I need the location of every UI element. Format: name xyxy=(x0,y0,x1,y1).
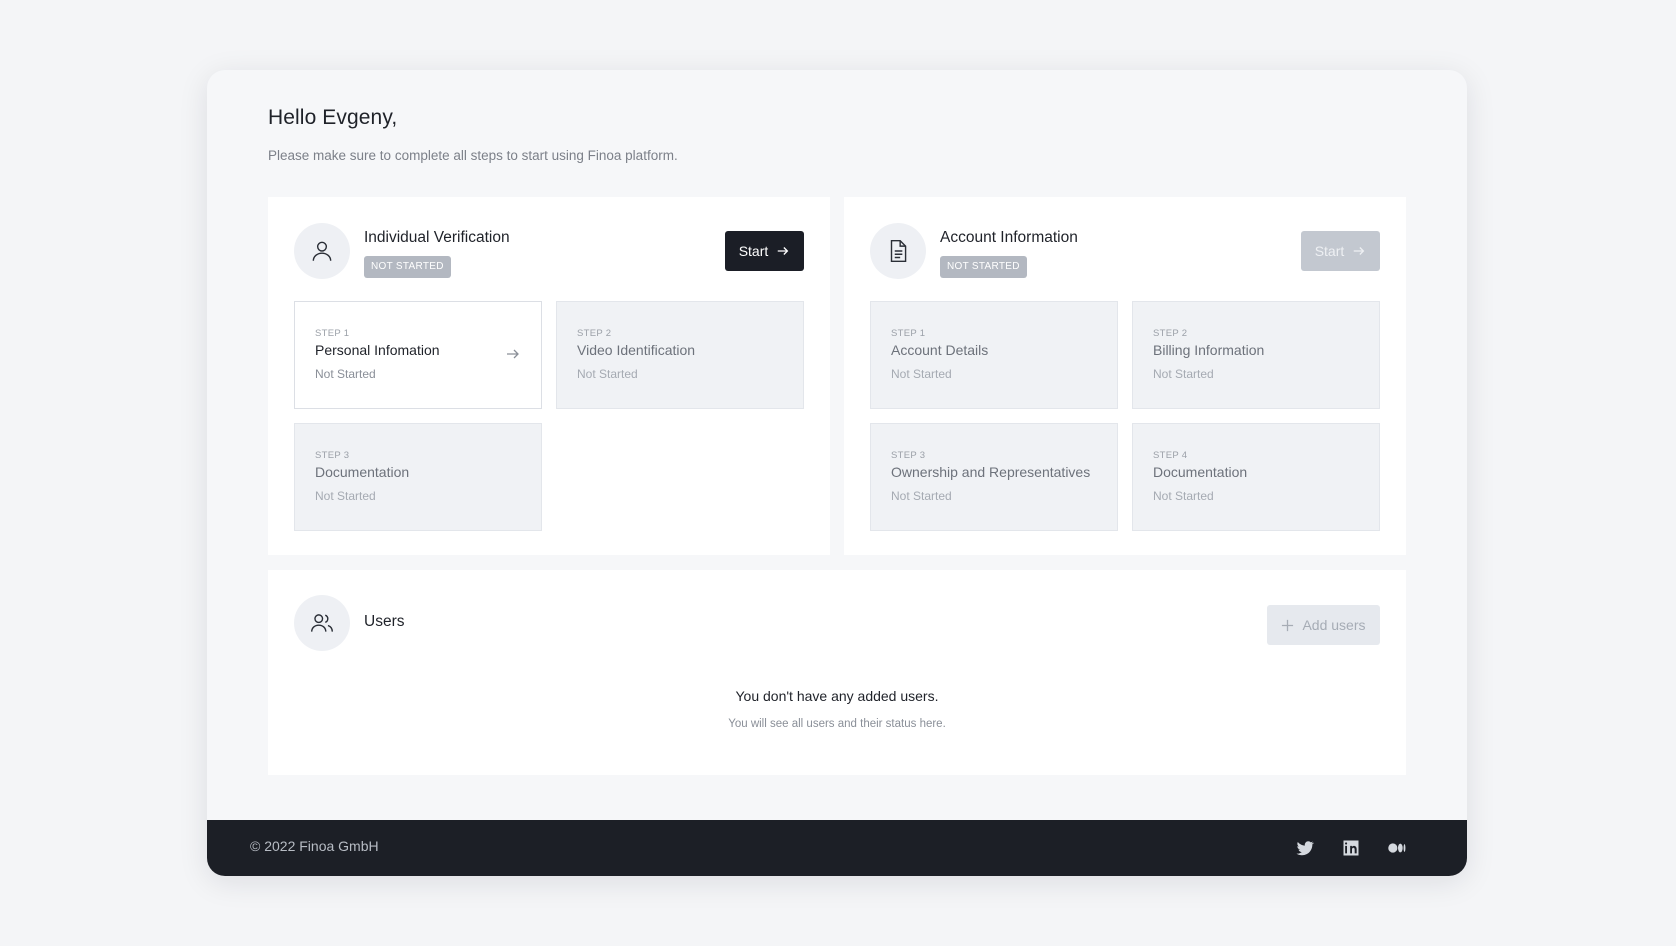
step-card-personal-information[interactable]: STEP 1 Personal Infomation Not Started xyxy=(294,301,542,409)
empty-state-subtitle: You will see all users and their status … xyxy=(728,718,946,730)
step-title: Documentation xyxy=(1153,464,1248,480)
step-card-documentation: STEP 4 Documentation Not Started xyxy=(1132,423,1380,531)
greeting-subtitle: Please make sure to complete all steps t… xyxy=(268,148,678,163)
start-button-label: Start xyxy=(1314,243,1345,259)
step-card-account-details: STEP 1 Account Details Not Started xyxy=(870,301,1118,409)
step-status: Not Started xyxy=(891,489,952,503)
arrow-right-icon xyxy=(778,247,789,255)
document-icon xyxy=(870,223,926,279)
step-card-video-identification: STEP 2 Video Identification Not Started xyxy=(556,301,804,409)
users-title: Users xyxy=(364,613,405,630)
step-number: STEP 1 xyxy=(315,328,350,339)
step-title: Personal Infomation xyxy=(315,342,440,358)
step-card-billing-information: STEP 2 Billing Information Not Started xyxy=(1132,301,1380,409)
empty-state-title: You don't have any added users. xyxy=(735,688,939,704)
add-users-button[interactable]: Add users xyxy=(1267,605,1380,645)
individual-verification-panel: Individual Verification NOT STARTED Star… xyxy=(268,197,830,555)
step-number: STEP 1 xyxy=(891,328,926,339)
copyright-text: © 2022 Finoa GmbH xyxy=(250,838,379,854)
step-title: Ownership and Representatives xyxy=(891,464,1091,480)
step-status: Not Started xyxy=(891,367,952,381)
twitter-icon[interactable] xyxy=(1295,838,1315,858)
step-number: STEP 2 xyxy=(577,328,612,339)
step-status: Not Started xyxy=(1153,367,1214,381)
status-badge: NOT STARTED xyxy=(364,256,451,278)
account-information-title: Account Information xyxy=(940,229,1078,246)
medium-icon[interactable] xyxy=(1387,838,1407,858)
account-information-panel: Account Information NOT STARTED Start ST… xyxy=(844,197,1406,555)
onboarding-card: Hello Evgeny, Please make sure to comple… xyxy=(207,70,1467,876)
step-status: Not Started xyxy=(315,367,376,381)
user-icon xyxy=(294,223,350,279)
greeting-heading: Hello Evgeny, xyxy=(268,106,398,129)
step-status: Not Started xyxy=(315,489,376,503)
individual-verification-title: Individual Verification xyxy=(364,229,510,246)
add-users-label: Add users xyxy=(1302,617,1366,633)
step-title: Billing Information xyxy=(1153,342,1265,358)
individual-verification-start-button[interactable]: Start xyxy=(725,231,804,271)
step-title: Account Details xyxy=(891,342,989,358)
step-number: STEP 2 xyxy=(1153,328,1188,339)
step-number: STEP 4 xyxy=(1153,450,1188,461)
step-title: Documentation xyxy=(315,464,410,480)
step-title: Video Identification xyxy=(577,342,696,358)
step-number: STEP 3 xyxy=(315,450,350,461)
start-button-label: Start xyxy=(738,243,769,259)
social-links xyxy=(1295,838,1407,858)
footer: © 2022 Finoa GmbH xyxy=(207,820,1467,876)
linkedin-icon[interactable] xyxy=(1341,838,1361,858)
step-card-ownership-representatives: STEP 3 Ownership and Representatives Not… xyxy=(870,423,1118,531)
plus-icon xyxy=(1282,619,1294,631)
arrow-right-icon xyxy=(1354,247,1365,255)
step-status: Not Started xyxy=(1153,489,1214,503)
step-card-documentation: STEP 3 Documentation Not Started xyxy=(294,423,542,531)
arrow-right-icon xyxy=(507,349,519,359)
status-badge: NOT STARTED xyxy=(940,256,1027,278)
users-icon xyxy=(294,595,350,651)
step-number: STEP 3 xyxy=(891,450,926,461)
account-information-start-button[interactable]: Start xyxy=(1301,231,1380,271)
users-panel: Users Add users You don't have any added… xyxy=(268,570,1406,775)
step-status: Not Started xyxy=(577,367,638,381)
